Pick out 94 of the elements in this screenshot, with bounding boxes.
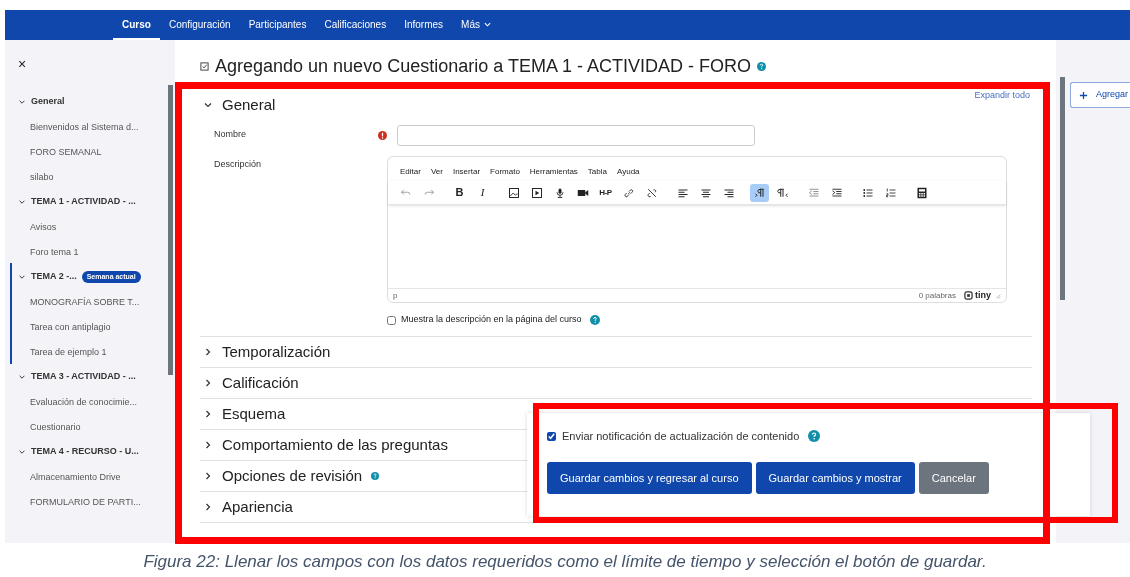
section-heading[interactable]: General <box>222 93 276 117</box>
section-heading[interactable]: Opciones de revisión <box>222 464 363 488</box>
word-count: 0 palabras <box>918 289 956 302</box>
outdent-icon <box>807 186 820 199</box>
activity-link[interactable]: Cuestionario <box>30 419 165 435</box>
help-icon[interactable] <box>589 315 600 325</box>
nav-tab[interactable]: Configuración <box>159 10 240 40</box>
paragraph-icon <box>776 186 789 199</box>
resize-handle-icon[interactable] <box>995 292 1001 299</box>
align-center-icon <box>699 186 712 199</box>
image-icon <box>507 186 520 199</box>
section-heading[interactable]: Temporalización <box>222 340 331 364</box>
chevron-down-icon[interactable] <box>18 273 26 281</box>
chevron-down-icon[interactable] <box>18 198 26 206</box>
chevron-down-icon[interactable] <box>18 98 26 106</box>
name-input[interactable] <box>397 124 755 146</box>
help-icon[interactable] <box>756 61 766 71</box>
chevron-down-icon[interactable] <box>18 373 26 381</box>
checkbox-label: Enviar notificación de actualización de contenido <box>562 428 800 444</box>
toolbar-button[interactable]: B <box>450 183 469 202</box>
section-title[interactable]: TEMA 3 - ACTIVIDAD - ... <box>31 370 136 384</box>
chevron-right-icon[interactable] <box>203 347 213 357</box>
page-title: Agregando un nuevo Cuestionario a TEMA 1 - ACTIVIDAD - FORO <box>215 54 751 78</box>
chevron-right-icon[interactable] <box>203 378 213 388</box>
menu-item[interactable]: Formato <box>490 166 520 181</box>
chevron-down-icon[interactable] <box>203 100 213 110</box>
bullet-list-icon <box>861 186 874 199</box>
menu-item[interactable]: Ver <box>430 166 443 181</box>
microphone-icon <box>553 186 566 199</box>
add-block-button[interactable]: Agregar <box>1070 82 1130 108</box>
toolbar-button[interactable]: I <box>473 183 492 202</box>
required-icon <box>378 130 387 140</box>
section-heading[interactable]: Comportamiento de las preguntas <box>222 433 448 457</box>
activity-link[interactable]: Tarea de ejemplo 1 <box>30 344 165 360</box>
activity-link[interactable]: Evaluación de conocimie... <box>30 394 165 410</box>
activity-link[interactable]: Avisos <box>30 219 165 235</box>
numbered-list-icon <box>884 186 897 199</box>
toolbar-button[interactable]: H-P <box>596 183 615 202</box>
checkbox[interactable] <box>547 431 556 441</box>
activity-link[interactable]: silabo <box>30 169 165 185</box>
activity-link[interactable]: MONOGRAFÍA SOBRE T... <box>30 294 165 310</box>
chevron-right-icon[interactable] <box>203 502 213 512</box>
chevron-down-icon[interactable] <box>18 448 26 456</box>
help-icon[interactable] <box>371 472 380 480</box>
menu-item[interactable]: Insertar <box>452 166 481 181</box>
field-label: Nombre <box>213 128 247 142</box>
close-button[interactable]: × <box>18 57 27 71</box>
checkbox[interactable] <box>387 315 396 325</box>
nav-tab[interactable]: Participantes <box>239 10 316 40</box>
figure-caption: Figura 22: Llenar los campos con los datos requeridos como el límite de tiempo y selección el botón de guardar. <box>143 551 987 573</box>
cancel-button[interactable]: Cancelar <box>918 462 989 494</box>
chevron-right-icon[interactable] <box>203 440 213 450</box>
expand-all-link[interactable]: Expandir todo <box>974 89 1030 103</box>
section-heading[interactable]: Calificación <box>222 371 299 395</box>
save-button[interactable]: Guardar cambios y regresar al curso <box>547 462 752 494</box>
section-title[interactable]: TEMA 2 -... <box>31 270 77 284</box>
section-title[interactable]: General <box>31 95 65 109</box>
play-icon <box>530 186 543 199</box>
activity-link[interactable]: Foro tema 1 <box>30 244 165 260</box>
nav-tab[interactable]: Informes <box>395 10 453 40</box>
chevron-right-icon[interactable] <box>203 409 213 419</box>
field-label: Descripción <box>213 158 263 171</box>
chevron-right-icon[interactable] <box>203 471 213 481</box>
activity-link[interactable]: Almacenamiento Drive <box>30 469 165 485</box>
nav-tab[interactable]: Más <box>452 10 500 40</box>
align-left-icon <box>676 186 689 199</box>
plus-icon <box>1079 90 1088 100</box>
help-icon[interactable] <box>808 430 821 442</box>
activity-link[interactable]: FORMULARIO DE PARTI... <box>30 494 165 510</box>
checkbox-edit-icon <box>200 61 209 71</box>
menu-item[interactable]: Herramientas <box>529 166 578 181</box>
section-heading[interactable]: Esquema <box>222 402 286 426</box>
activity-link[interactable]: Tarea con antiplagio <box>30 319 165 335</box>
section-title[interactable]: TEMA 1 - ACTIVIDAD - ... <box>31 195 136 209</box>
menu-item[interactable]: Ayuda <box>617 166 640 181</box>
indent-icon <box>830 186 843 199</box>
broken-link-icon <box>645 186 658 199</box>
brand-label: tiny <box>975 288 991 302</box>
paragraph-icon <box>753 186 766 199</box>
activity-link[interactable]: FORO SEMANAL <box>30 144 165 160</box>
save-button[interactable]: Guardar cambios y mostrar <box>755 462 915 494</box>
checkbox-label: Muestra la descripción en la página del curso <box>401 313 582 327</box>
section-title[interactable]: TEMA 4 - RECURSO - U... <box>31 445 139 459</box>
nav-tab[interactable]: Calificaciones <box>315 10 396 40</box>
menu-item[interactable]: Editar <box>400 166 421 181</box>
activity-link[interactable]: Bienvenidos al Sistema d... <box>30 119 165 135</box>
toolbar-button[interactable] <box>750 183 769 202</box>
element-path: p <box>393 289 398 302</box>
link-icon <box>622 186 635 199</box>
section-heading[interactable]: Apariencia <box>222 495 293 519</box>
tiny-logo-icon <box>964 291 973 300</box>
align-right-icon <box>722 186 735 199</box>
calculator-icon <box>915 186 928 199</box>
menu-item[interactable]: Tabla <box>587 166 607 181</box>
